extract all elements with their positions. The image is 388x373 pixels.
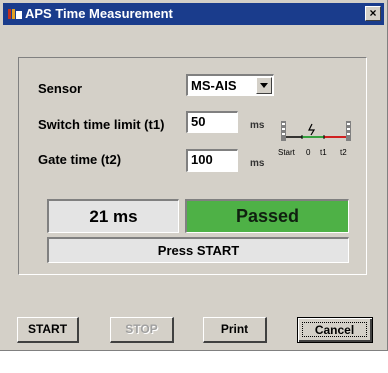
start-button[interactable]: START <box>17 317 79 343</box>
cancel-button[interactable]: Cancel <box>297 317 373 343</box>
print-button[interactable]: Print <box>203 317 267 343</box>
switch-time-input[interactable]: 50 <box>186 111 238 133</box>
gate-time-input[interactable]: 100 <box>186 149 238 172</box>
sensor-label: Sensor <box>38 81 83 96</box>
timing-diagram-graphic <box>281 121 351 141</box>
gate-time-unit: ms <box>250 158 265 169</box>
chevron-down-icon[interactable] <box>256 77 272 94</box>
close-button[interactable]: × <box>365 6 381 21</box>
switch-time-unit: ms <box>250 120 265 131</box>
status-message: Press START <box>47 237 349 263</box>
diagram-zero-label: 0 <box>306 148 311 157</box>
diagram-start-label: Start <box>278 148 295 157</box>
diagram-t1-label: t1 <box>320 148 327 157</box>
gate-time-label: Gate time (t2) <box>38 152 122 167</box>
timing-diagram: Start 0 t1 t2 <box>278 118 352 164</box>
title-bar[interactable]: APS Time Measurement × <box>3 3 384 25</box>
stop-button[interactable]: STOP <box>110 317 174 343</box>
app-icon <box>8 9 22 19</box>
cancel-button-label: Cancel <box>302 322 367 337</box>
app-window: APS Time Measurement × Sensor MS-AIS Swi… <box>0 0 388 351</box>
measured-time-display: 21 ms <box>47 199 179 233</box>
switch-time-label: Switch time limit (t1) <box>38 117 165 132</box>
diagram-t2-label: t2 <box>340 148 347 157</box>
window-title: APS Time Measurement <box>25 6 173 21</box>
sensor-select[interactable]: MS-AIS <box>186 74 274 96</box>
sensor-select-value: MS-AIS <box>191 78 237 93</box>
close-icon: × <box>369 6 377 20</box>
result-status-display: Passed <box>185 199 349 233</box>
